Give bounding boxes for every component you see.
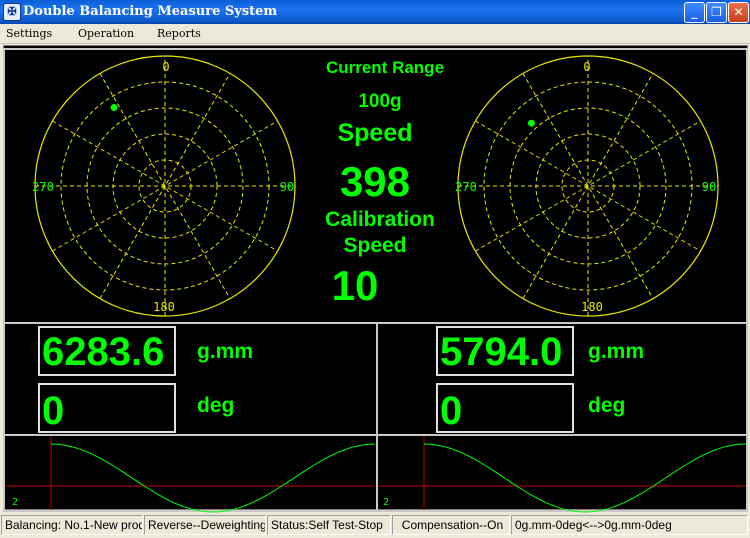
- right-angle-display: 0: [436, 383, 574, 433]
- right-polar-label-left: 270: [455, 180, 477, 194]
- status-bar: Balancing: No.1-New prod Reverse--Deweig…: [0, 513, 750, 538]
- wave-curve: [50, 443, 376, 513]
- left-polar-label-top: 0: [162, 60, 169, 74]
- left-amount-display: 6283.6: [38, 326, 176, 376]
- calibration-speed-label: Speed: [343, 234, 407, 257]
- right-waveform: [379, 436, 747, 513]
- left-polar-label-bottom: 180: [153, 300, 175, 314]
- status-mode: Reverse--Deweighting: [144, 515, 266, 535]
- polar-data-point: [110, 104, 118, 112]
- right-polar-plot: [457, 55, 719, 317]
- speed-label: Speed: [337, 119, 413, 147]
- calibration-label: Calibration: [325, 208, 435, 231]
- left-polar-plot: [34, 55, 296, 317]
- right-wave-label: 2: [383, 497, 389, 508]
- right-polar-label-right: 90: [702, 180, 716, 194]
- status-state: Status:Self Test-Stop: [267, 515, 391, 535]
- application-window: ✠ Double Balancing Measure System _ ❐ ✕ …: [0, 0, 750, 538]
- right-angle-unit: deg: [588, 394, 626, 417]
- current-range-label: Current Range: [325, 58, 445, 77]
- speed-value: 398: [339, 158, 411, 205]
- status-balancing: Balancing: No.1-New prod: [1, 515, 143, 535]
- right-amount-unit: g.mm: [588, 340, 645, 363]
- wave-curve: [423, 443, 747, 513]
- right-polar-label-bottom: 180: [581, 300, 603, 314]
- left-wave-label: 2: [12, 497, 18, 508]
- right-polar-label-top: 0: [583, 60, 590, 74]
- left-waveform: [6, 436, 376, 513]
- left-angle-display: 0: [38, 383, 176, 433]
- current-range-value: 100g: [358, 91, 402, 112]
- polar-data-point: [527, 119, 535, 127]
- status-range: 0g.mm-0deg<-->0g.mm-0deg: [511, 515, 748, 535]
- calibration-value: 10: [331, 262, 379, 309]
- left-polar-label-right: 90: [280, 180, 294, 194]
- right-amount-display: 5794.0: [436, 326, 574, 376]
- left-angle-unit: deg: [197, 394, 235, 417]
- status-compensation: Compensation--On: [392, 515, 510, 535]
- left-amount-unit: g.mm: [197, 340, 254, 363]
- left-polar-label-left: 270: [32, 180, 54, 194]
